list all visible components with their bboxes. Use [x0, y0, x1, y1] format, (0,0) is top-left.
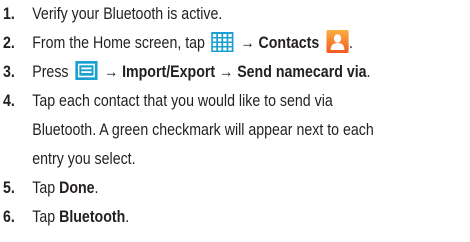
contacts-icon — [326, 30, 349, 54]
step-number: 5. — [3, 179, 15, 197]
step-text: Verify your Bluetooth is active. — [32, 5, 223, 23]
instruction-list: 1. Verify your Bluetooth is active. 2. F… — [3, 0, 470, 232]
trailing-period: . — [94, 179, 99, 197]
send-namecard-label: Send namecard via — [237, 63, 367, 81]
step-2: 2. From the Home screen, tap → Contacts — [3, 29, 470, 58]
arrow: → — [240, 34, 255, 52]
step-1: 1. Verify your Bluetooth is active. — [3, 0, 470, 29]
step-text: Tap — [32, 179, 56, 197]
step-3: 3. Press → Import/Export → Send namecard… — [3, 58, 470, 87]
step-number: 6. — [3, 208, 15, 226]
step-6: 6. Tap Bluetooth. — [3, 203, 470, 232]
step-text: Tap — [32, 208, 56, 226]
step-number: 1. — [3, 5, 15, 23]
trailing-period: . — [125, 208, 130, 226]
menu-icon — [75, 61, 98, 81]
step-5: 5. Tap Done. — [3, 174, 470, 203]
step-4: 4. Tap each contact that you would like … — [3, 87, 470, 174]
step-number: 4. — [3, 92, 15, 110]
contacts-label: Contacts — [258, 34, 320, 52]
step-number: 3. — [3, 63, 15, 81]
import-export-label: Import/Export — [122, 63, 216, 81]
trailing-period: . — [366, 63, 371, 81]
step-text: Tap each contact that you would like to … — [32, 92, 374, 168]
bluetooth-label: Bluetooth — [59, 208, 126, 226]
step-number: 2. — [3, 34, 15, 52]
step-text: From the Home screen, tap — [32, 34, 205, 52]
done-label: Done — [59, 179, 95, 197]
arrow: → — [103, 63, 119, 81]
apps-grid-icon — [211, 31, 234, 52]
arrow: → — [219, 63, 234, 81]
trailing-period: . — [348, 34, 353, 52]
step-text: Press — [32, 63, 69, 81]
